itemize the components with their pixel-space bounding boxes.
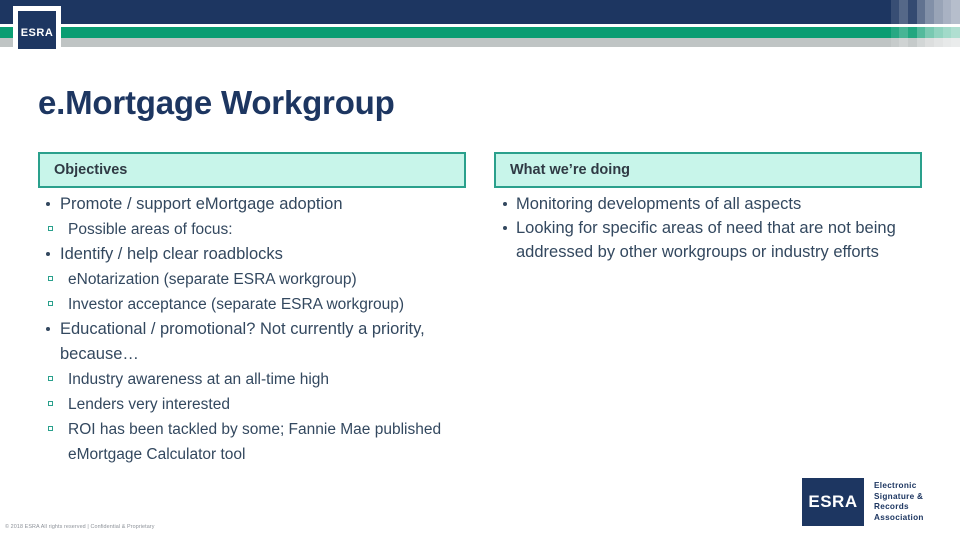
objectives-bullet-item-label: Promote / support eMortgage adoption xyxy=(60,195,343,213)
banner-stripe-8 xyxy=(951,0,960,48)
bullet-square-icon xyxy=(48,426,53,431)
objectives-bullet-item: eNotarization (separate ESRA workgroup) xyxy=(38,267,500,292)
esra-wordmark-line-2: Signature & xyxy=(874,491,924,501)
bullet-dot-icon xyxy=(46,202,50,206)
banner-stripe-2 xyxy=(899,0,908,48)
objectives-bullet-item: Promote / support eMortgage adoption xyxy=(38,192,500,217)
bullet-dot-icon xyxy=(503,202,507,206)
doing-column-body: Monitoring developments of all aspects Lo… xyxy=(494,192,924,264)
objectives-bullet-item: Educational / promotional? Not currently… xyxy=(38,317,500,367)
doing-column-header: What we’re doing xyxy=(494,152,922,188)
banner-navy-band xyxy=(0,0,960,24)
objectives-bullet-item: Identify / help clear roadblocks xyxy=(38,242,500,267)
footer-copyright: © 2018 ESRA All rights reserved | Confid… xyxy=(5,524,155,530)
page-title: e.Mortgage Workgroup xyxy=(38,84,395,121)
objectives-bullet-item-label: ROI has been tackled by some; Fannie Mae… xyxy=(68,421,442,463)
banner-stripe-7 xyxy=(942,0,952,48)
objectives-bullet-item-label: eNotarization (separate ESRA workgroup) xyxy=(68,271,357,288)
bullet-square-icon xyxy=(48,401,53,406)
objectives-column-header: Objectives xyxy=(38,152,466,188)
banner-stripe-5 xyxy=(925,0,934,48)
banner-stripe-3 xyxy=(907,0,917,48)
bullet-square-icon xyxy=(48,276,53,281)
bullet-square-icon xyxy=(48,376,53,381)
objectives-bullet-item-label: Investor acceptance (separate ESRA workg… xyxy=(68,296,405,313)
banner-green-band xyxy=(0,27,960,38)
esra-logo-lockup-mark-label: ESRA xyxy=(808,492,858,511)
doing-bullet-list: Monitoring developments of all aspects Lo… xyxy=(494,192,924,264)
objectives-column-body: Promote / support eMortgage adoption Poss… xyxy=(38,192,500,467)
esra-wordmark-line-4: Association xyxy=(874,512,924,522)
objectives-bullet-item: ROI has been tackled by some; Fannie Mae… xyxy=(38,417,500,467)
doing-bullet-item-label: Looking for specific areas of need that … xyxy=(516,219,896,261)
objectives-bullet-item-label: Identify / help clear roadblocks xyxy=(60,245,283,263)
doing-column-header-label: What we’re doing xyxy=(510,162,631,178)
objectives-bullet-item: Lenders very interested xyxy=(38,392,500,417)
banner-stripe-1 xyxy=(890,0,900,48)
objectives-bullet-item-label: Educational / promotional? Not currently… xyxy=(60,320,425,363)
banner-stripe-4 xyxy=(916,0,926,48)
objectives-bullet-list: Promote / support eMortgage adoption Poss… xyxy=(38,192,500,467)
bullet-dot-icon xyxy=(46,327,50,331)
esra-logo-lockup-wordmark: Electronic Signature & Records Associati… xyxy=(874,481,924,523)
objectives-bullet-item: Investor acceptance (separate ESRA workg… xyxy=(38,292,500,317)
esra-logo-mark-label: ESRA xyxy=(20,27,54,39)
doing-bullet-item: Looking for specific areas of need that … xyxy=(494,216,924,264)
top-banner xyxy=(0,0,960,48)
objectives-column-header-label: Objectives xyxy=(54,162,128,178)
esra-logo-lockup-mark: ESRA xyxy=(802,478,864,526)
objectives-bullet-item-label: Lenders very interested xyxy=(68,396,230,413)
objectives-bullet-item-label: Possible areas of focus: xyxy=(68,221,233,238)
doing-bullet-item-label: Monitoring developments of all aspects xyxy=(516,195,802,213)
esra-logo-lockup: ESRA Electronic Signature & Records Asso… xyxy=(802,478,924,526)
banner-gray-band xyxy=(0,38,960,47)
bullet-square-icon xyxy=(48,226,53,231)
objectives-bullet-item: Possible areas of focus: xyxy=(38,217,500,242)
bullet-dot-icon xyxy=(46,252,50,256)
doing-bullet-item: Monitoring developments of all aspects xyxy=(494,192,924,216)
banner-stripe-6 xyxy=(933,0,943,48)
banner-stripe-overlay xyxy=(882,0,960,48)
esra-wordmark-line-1: Electronic xyxy=(874,481,917,490)
bullet-dot-icon xyxy=(503,226,507,230)
esra-wordmark-line-3: Records xyxy=(874,502,909,511)
objectives-bullet-item-label: Industry awareness at an all-time high xyxy=(68,371,330,388)
objectives-bullet-item: Industry awareness at an all-time high xyxy=(38,367,500,392)
bullet-square-icon xyxy=(48,301,53,306)
